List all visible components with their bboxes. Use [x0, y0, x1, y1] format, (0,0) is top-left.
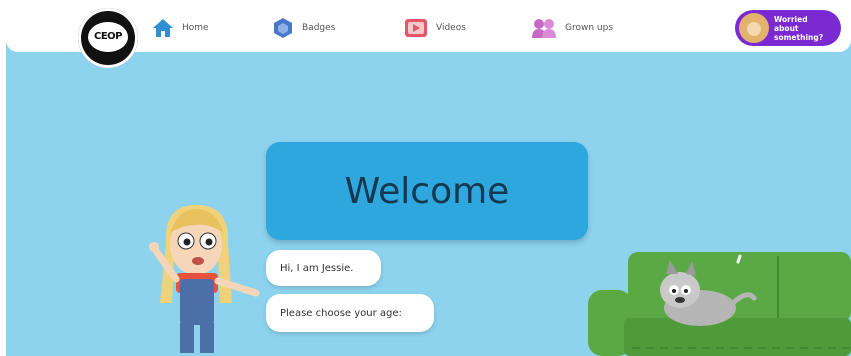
speech-bubble-greeting: Hi, I am Jessie.: [266, 250, 381, 286]
ceop-logo[interactable]: CEOP: [78, 8, 138, 68]
left-border: [0, 0, 6, 356]
sofa-with-dog-illustration: [588, 252, 851, 356]
nav-grown-ups-label: Grown ups: [565, 23, 614, 33]
badge-icon: [274, 18, 292, 38]
jessie-character-illustration: [149, 205, 260, 353]
nav-badges-label: Badges: [302, 23, 336, 33]
people-icon: [532, 19, 556, 38]
nav-home-label: Home: [182, 23, 209, 33]
speech-bubble-age-prompt: Please choose your age:: [266, 294, 434, 332]
age-prompt-text: Please choose your age:: [280, 307, 402, 319]
nav-videos[interactable]: Videos: [404, 16, 466, 40]
worried-about-something-button[interactable]: Worried about something?: [735, 10, 841, 46]
character-avatar-icon: [739, 13, 769, 43]
ceop-logo-text: CEOP: [88, 22, 128, 52]
nav-grown-ups[interactable]: Grown ups: [531, 16, 613, 40]
nav-badges[interactable]: Badges: [272, 16, 335, 40]
video-icon: [405, 19, 427, 37]
nav-videos-label: Videos: [436, 23, 466, 33]
top-navigation-bar: CEOP Home Badges Videos Grown ups Worrie…: [6, 0, 851, 68]
house-icon: [153, 19, 173, 37]
worried-button-label: Worried about something?: [774, 14, 824, 42]
nav-home[interactable]: Home: [152, 16, 209, 40]
page-title: Welcome: [344, 170, 510, 212]
greeting-text: Hi, I am Jessie.: [280, 262, 354, 274]
welcome-card: Welcome: [266, 142, 588, 240]
